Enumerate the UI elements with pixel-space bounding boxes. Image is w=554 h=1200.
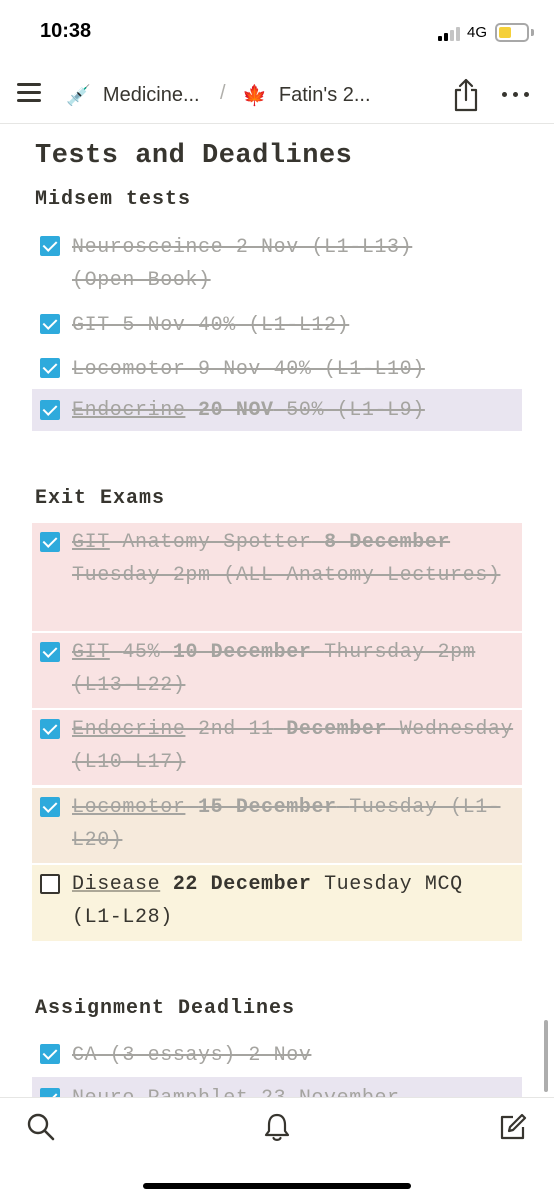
todo-text-line: (Open Book): [72, 269, 211, 292]
todo-date: 22 December: [172, 873, 312, 896]
battery-tip: [531, 29, 534, 36]
todo-link[interactable]: Endocrine: [72, 718, 185, 741]
checkbox[interactable]: [40, 797, 60, 817]
status-time: 10:38: [40, 20, 92, 42]
todo-date: 10 December: [172, 641, 312, 664]
todo-text: Neuro Pamphlet 23 November: [72, 1082, 514, 1097]
todo-item: GIT Anatomy Spotter 8 December Tuesday 2…: [32, 523, 522, 631]
battery-icon: [495, 23, 529, 42]
more-icon[interactable]: [500, 92, 532, 100]
todo-item: Locomotor 15 December Tuesday (L1-L20): [32, 788, 522, 863]
checkbox[interactable]: [40, 236, 60, 256]
share-icon[interactable]: [452, 78, 480, 112]
checkbox[interactable]: [40, 358, 60, 378]
todo-item: Neuro Pamphlet 23 November: [32, 1077, 522, 1097]
todo-item: Disease 22 December Tuesday MCQ (L1-L28): [32, 865, 522, 941]
hamburger-icon[interactable]: [17, 83, 41, 103]
syringe-icon: 💉: [66, 84, 91, 107]
checkbox[interactable]: [40, 642, 60, 662]
todo-text: 50% (L1-L9): [286, 399, 425, 422]
checkbox[interactable]: [40, 532, 60, 552]
todo-date: 8 December: [324, 531, 451, 554]
todo-text: Locomotor 9 Nov 40% (L1-L10): [72, 358, 425, 381]
checkbox[interactable]: [40, 719, 60, 739]
todo-link[interactable]: GIT: [72, 641, 110, 664]
todo-link[interactable]: Endocrine: [72, 399, 185, 422]
page-content: Tests and Deadlines Midsem tests Neurosc…: [0, 125, 554, 1097]
status-bar: 10:38 4G: [0, 0, 554, 68]
checkbox[interactable]: [40, 400, 60, 420]
breadcrumb-fatin-label: Fatin's 2...: [278, 83, 371, 106]
todo-link[interactable]: Disease: [72, 873, 160, 896]
checkbox[interactable]: [40, 314, 60, 334]
breadcrumb-separator: /: [220, 82, 226, 104]
todo-item: Endocrine 2nd 11 December Wednesday (L10…: [32, 710, 522, 785]
todo-link[interactable]: GIT: [72, 531, 110, 554]
search-icon[interactable]: [26, 1112, 56, 1142]
todo-item: Locomotor 9 Nov 40% (L1-L10): [32, 351, 522, 390]
todo-item: GIT 5 Nov 40% (L1-L12): [32, 307, 522, 346]
bell-icon[interactable]: [262, 1112, 292, 1142]
nav-bar: 💉 Medicine... / 🍁 Fatin's 2...: [0, 68, 554, 124]
section-heading-exit-exams: Exit Exams: [35, 487, 166, 510]
home-indicator: [143, 1183, 411, 1189]
scrollbar[interactable]: [544, 1020, 548, 1092]
todo-text: 45%: [122, 641, 161, 664]
checkbox[interactable]: [40, 1088, 60, 1097]
todo-item: CA (3 essays) 2 Nov: [32, 1037, 522, 1076]
breadcrumb-medicine[interactable]: 💉 Medicine...: [66, 80, 200, 110]
todo-date: 15 December: [198, 796, 337, 819]
todo-item: Neurosceince 2 Nov (L1-L13) (Open Book): [32, 229, 522, 301]
checkbox[interactable]: [40, 1044, 60, 1064]
todo-text: Anatomy Spotter: [122, 531, 312, 554]
todo-date: 20 NOV: [198, 399, 274, 422]
breadcrumb-medicine-label: Medicine...: [102, 83, 200, 106]
compose-icon[interactable]: [497, 1112, 527, 1142]
signal-icon: [438, 27, 462, 41]
maple-leaf-icon: 🍁: [242, 84, 267, 107]
page-title: Tests and Deadlines: [35, 141, 353, 171]
todo-link[interactable]: Locomotor: [72, 796, 185, 819]
todo-text: 2nd 11: [198, 718, 274, 741]
todo-text-line: Neurosceince 2 Nov (L1-L13): [72, 236, 413, 259]
section-heading-assignment-deadlines: Assignment Deadlines: [35, 997, 296, 1020]
network-label: 4G: [467, 24, 488, 41]
todo-text: CA (3 essays) 2 Nov: [72, 1044, 312, 1067]
todo-item: GIT 45% 10 December Thursday 2pm (L13-L2…: [32, 633, 522, 708]
todo-item: Endocrine 20 NOV 50% (L1-L9): [32, 389, 522, 431]
todo-text: GIT 5 Nov 40% (L1-L12): [72, 314, 350, 337]
todo-text: Tuesday 2pm (ALL Anatomy Lectures): [72, 564, 501, 587]
breadcrumb-fatin[interactable]: 🍁 Fatin's 2...: [242, 80, 371, 110]
todo-date: December: [286, 718, 388, 741]
section-heading-midsem: Midsem tests: [35, 188, 192, 211]
checkbox[interactable]: [40, 874, 60, 894]
